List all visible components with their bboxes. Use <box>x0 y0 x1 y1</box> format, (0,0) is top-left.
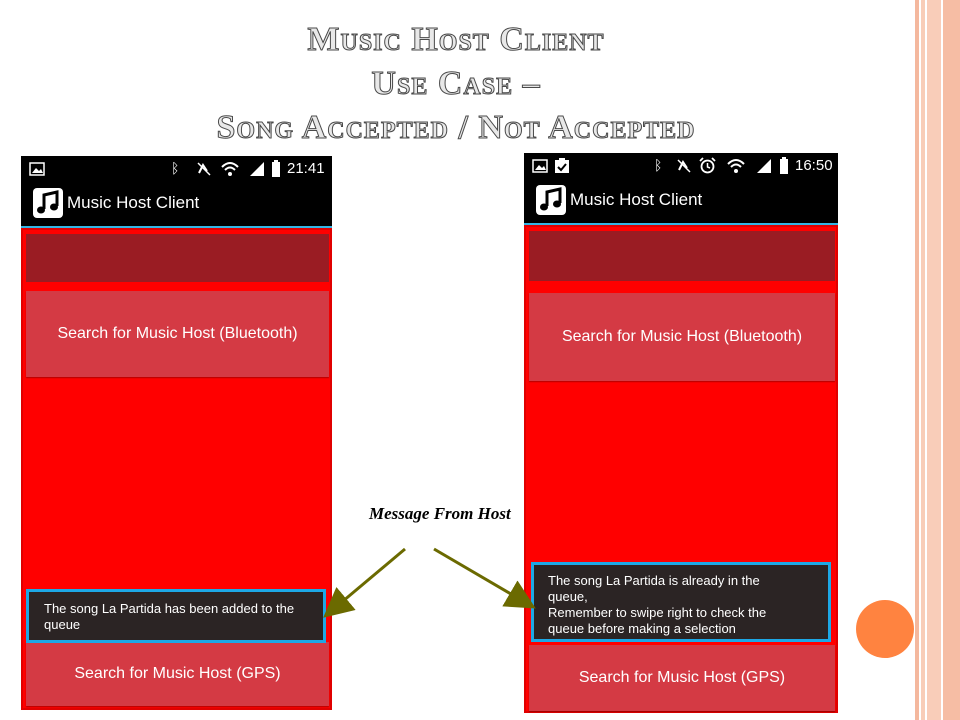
callout-arrows <box>323 547 536 618</box>
arrow-right <box>433 547 536 609</box>
arrow-left <box>323 547 406 618</box>
accent-circle <box>856 600 914 658</box>
